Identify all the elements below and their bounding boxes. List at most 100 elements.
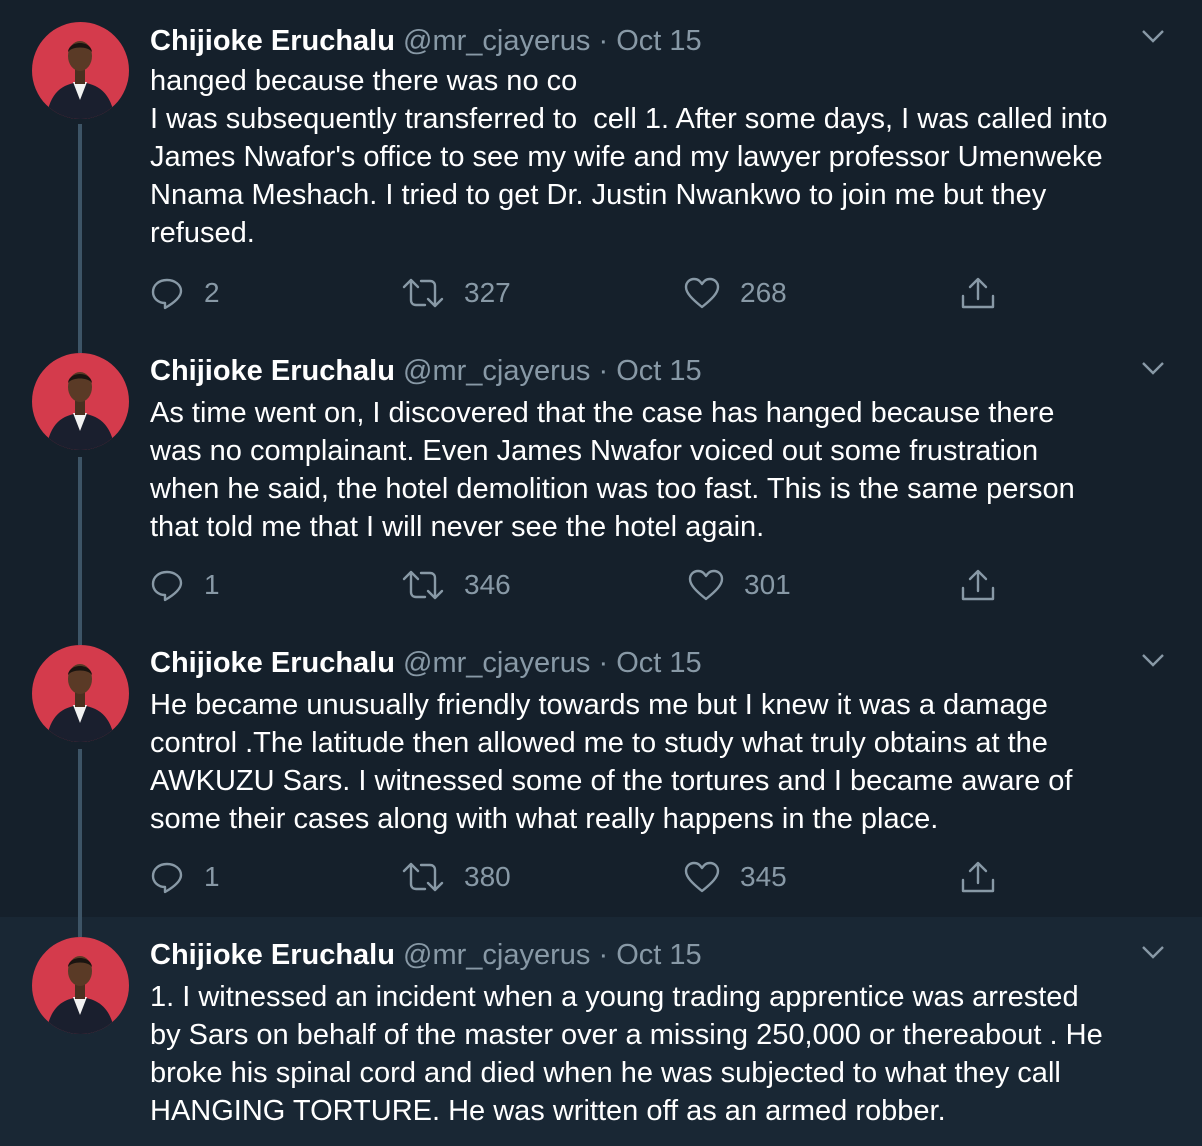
tweet-date[interactable]: Oct 15 bbox=[616, 939, 701, 971]
chevron-down-icon[interactable] bbox=[1141, 28, 1165, 44]
tweet-text-line: 1. I witnessed an incident when a young … bbox=[150, 981, 1079, 1013]
retweet-button[interactable]: 327 bbox=[402, 273, 511, 313]
reply-icon bbox=[151, 862, 183, 894]
separator-dot: · bbox=[598, 939, 609, 971]
reply-button[interactable]: 1 bbox=[150, 857, 220, 897]
separator-dot: · bbox=[598, 647, 609, 679]
tweet-text-line: that told me that I will never see the h… bbox=[150, 511, 765, 543]
avatar-photo bbox=[46, 372, 115, 450]
reply-count: 1 bbox=[204, 861, 220, 892]
tweet-header: Chijioke Eruchalu @mr_cjayerus · Oct 15 bbox=[150, 644, 702, 682]
author-handle[interactable]: @mr_cjayerus bbox=[403, 939, 590, 971]
tweet-text-line: when he said, the hotel demolition was t… bbox=[150, 473, 1075, 505]
tweet-text-line: by Sars on behalf of the master over a m… bbox=[150, 1019, 1103, 1051]
author-name[interactable]: Chijioke Eruchalu bbox=[150, 355, 395, 387]
reply-icon bbox=[151, 570, 183, 602]
share-button[interactable] bbox=[960, 565, 996, 605]
retweet-count: 346 bbox=[464, 569, 511, 600]
thread-line bbox=[78, 749, 82, 917]
tweet-text: 1. I witnessed an incident when a young … bbox=[150, 978, 1180, 1130]
retweet-icon bbox=[402, 862, 444, 892]
retweet-icon bbox=[402, 278, 444, 308]
tweet-text-line: some their cases along with what really … bbox=[150, 803, 939, 835]
chevron-down-icon[interactable] bbox=[1141, 360, 1165, 376]
author-handle[interactable]: @mr_cjayerus bbox=[403, 25, 590, 57]
avatar[interactable] bbox=[32, 353, 129, 450]
like-count: 301 bbox=[744, 569, 791, 600]
reply-button[interactable]: 1 bbox=[150, 565, 220, 605]
author-name[interactable]: Chijioke Eruchalu bbox=[150, 25, 395, 57]
tweet-date[interactable]: Oct 15 bbox=[616, 647, 701, 679]
tweet-header: Chijioke Eruchalu @mr_cjayerus · Oct 15 bbox=[150, 352, 702, 390]
reply-button[interactable]: 2 bbox=[150, 273, 220, 313]
tweet-actions: 1 380 345 bbox=[150, 857, 1050, 897]
avatar-photo bbox=[46, 956, 115, 1034]
tweet-text: He became unusually friendly towards me … bbox=[150, 686, 1180, 838]
tweet-text-line: HANGING TORTURE. He was written off as a… bbox=[150, 1095, 946, 1127]
tweet-actions: 1 346 301 bbox=[150, 565, 1050, 605]
tweet-actions: 2 327 268 bbox=[150, 273, 1050, 313]
tweet-text-line: James Nwafor's office to see my wife and… bbox=[150, 141, 1103, 173]
heart-icon bbox=[684, 277, 720, 309]
retweet-icon bbox=[402, 570, 444, 600]
retweet-button[interactable]: 380 bbox=[402, 857, 511, 897]
share-icon bbox=[961, 569, 995, 601]
tweet-text-line: I was subsequently transferred to cell 1… bbox=[150, 103, 1108, 135]
thread-line bbox=[78, 917, 82, 937]
tweet-focused[interactable]: Chijioke Eruchalu @mr_cjayerus · Oct 15 … bbox=[0, 917, 1202, 1146]
avatar[interactable] bbox=[32, 645, 129, 742]
tweet-date[interactable]: Oct 15 bbox=[616, 25, 701, 57]
retweet-count: 327 bbox=[464, 277, 511, 308]
author-name[interactable]: Chijioke Eruchalu bbox=[150, 939, 395, 971]
tweet[interactable]: Chijioke Eruchalu @mr_cjayerus · Oct 15 … bbox=[0, 0, 1202, 333]
tweet[interactable]: Chijioke Eruchalu @mr_cjayerus · Oct 15 … bbox=[0, 333, 1202, 625]
tweet-text: hanged because there was no co I was sub… bbox=[150, 62, 1180, 252]
tweet-header: Chijioke Eruchalu @mr_cjayerus · Oct 15 bbox=[150, 22, 702, 60]
chevron-down-icon[interactable] bbox=[1141, 944, 1165, 960]
tweet-text-line: broke his spinal cord and died when he w… bbox=[150, 1057, 1061, 1089]
tweet-text-line: AWKUZU Sars. I witnessed some of the tor… bbox=[150, 765, 1073, 797]
tweet-text-line: Nnama Meshach. I tried to get Dr. Justin… bbox=[150, 179, 1047, 211]
like-button[interactable]: 301 bbox=[688, 565, 791, 605]
avatar-photo bbox=[46, 41, 115, 119]
heart-icon bbox=[684, 861, 720, 893]
retweet-count: 380 bbox=[464, 861, 511, 892]
tweet-text: As time went on, I discovered that the c… bbox=[150, 394, 1180, 546]
separator-dot: · bbox=[598, 25, 609, 57]
avatar-photo bbox=[46, 664, 115, 742]
thread-line bbox=[78, 457, 82, 625]
thread-line bbox=[78, 124, 82, 333]
avatar[interactable] bbox=[32, 937, 129, 1034]
retweet-button[interactable]: 346 bbox=[402, 565, 511, 605]
reply-icon bbox=[151, 278, 183, 310]
heart-icon bbox=[688, 569, 724, 601]
tweet-text-line: hanged because there was no co bbox=[150, 65, 578, 97]
like-button[interactable]: 345 bbox=[684, 857, 787, 897]
share-icon bbox=[961, 861, 995, 893]
like-count: 345 bbox=[740, 861, 787, 892]
tweet-date[interactable]: Oct 15 bbox=[616, 355, 701, 387]
tweet-text-line: refused. bbox=[150, 217, 255, 249]
author-name[interactable]: Chijioke Eruchalu bbox=[150, 647, 395, 679]
author-handle[interactable]: @mr_cjayerus bbox=[403, 647, 590, 679]
tweet-thread: Chijioke Eruchalu @mr_cjayerus · Oct 15 … bbox=[0, 0, 1202, 1146]
tweet[interactable]: Chijioke Eruchalu @mr_cjayerus · Oct 15 … bbox=[0, 625, 1202, 917]
author-handle[interactable]: @mr_cjayerus bbox=[403, 355, 590, 387]
share-button[interactable] bbox=[960, 857, 996, 897]
reply-count: 1 bbox=[204, 569, 220, 600]
share-icon bbox=[961, 277, 995, 309]
tweet-text-line: As time went on, I discovered that the c… bbox=[150, 397, 1055, 429]
thread-line bbox=[78, 333, 82, 353]
share-button[interactable] bbox=[960, 273, 996, 313]
like-count: 268 bbox=[740, 277, 787, 308]
tweet-text-line: was no complainant. Even James Nwafor vo… bbox=[150, 435, 1039, 467]
tweet-text-line: He became unusually friendly towards me … bbox=[150, 689, 1048, 721]
separator-dot: · bbox=[598, 355, 609, 387]
tweet-text-line: control .The latitude then allowed me to… bbox=[150, 727, 1048, 759]
thread-line bbox=[78, 625, 82, 645]
avatar[interactable] bbox=[32, 22, 129, 119]
chevron-down-icon[interactable] bbox=[1141, 652, 1165, 668]
reply-count: 2 bbox=[204, 277, 220, 308]
tweet-header: Chijioke Eruchalu @mr_cjayerus · Oct 15 bbox=[150, 936, 702, 974]
like-button[interactable]: 268 bbox=[684, 273, 787, 313]
